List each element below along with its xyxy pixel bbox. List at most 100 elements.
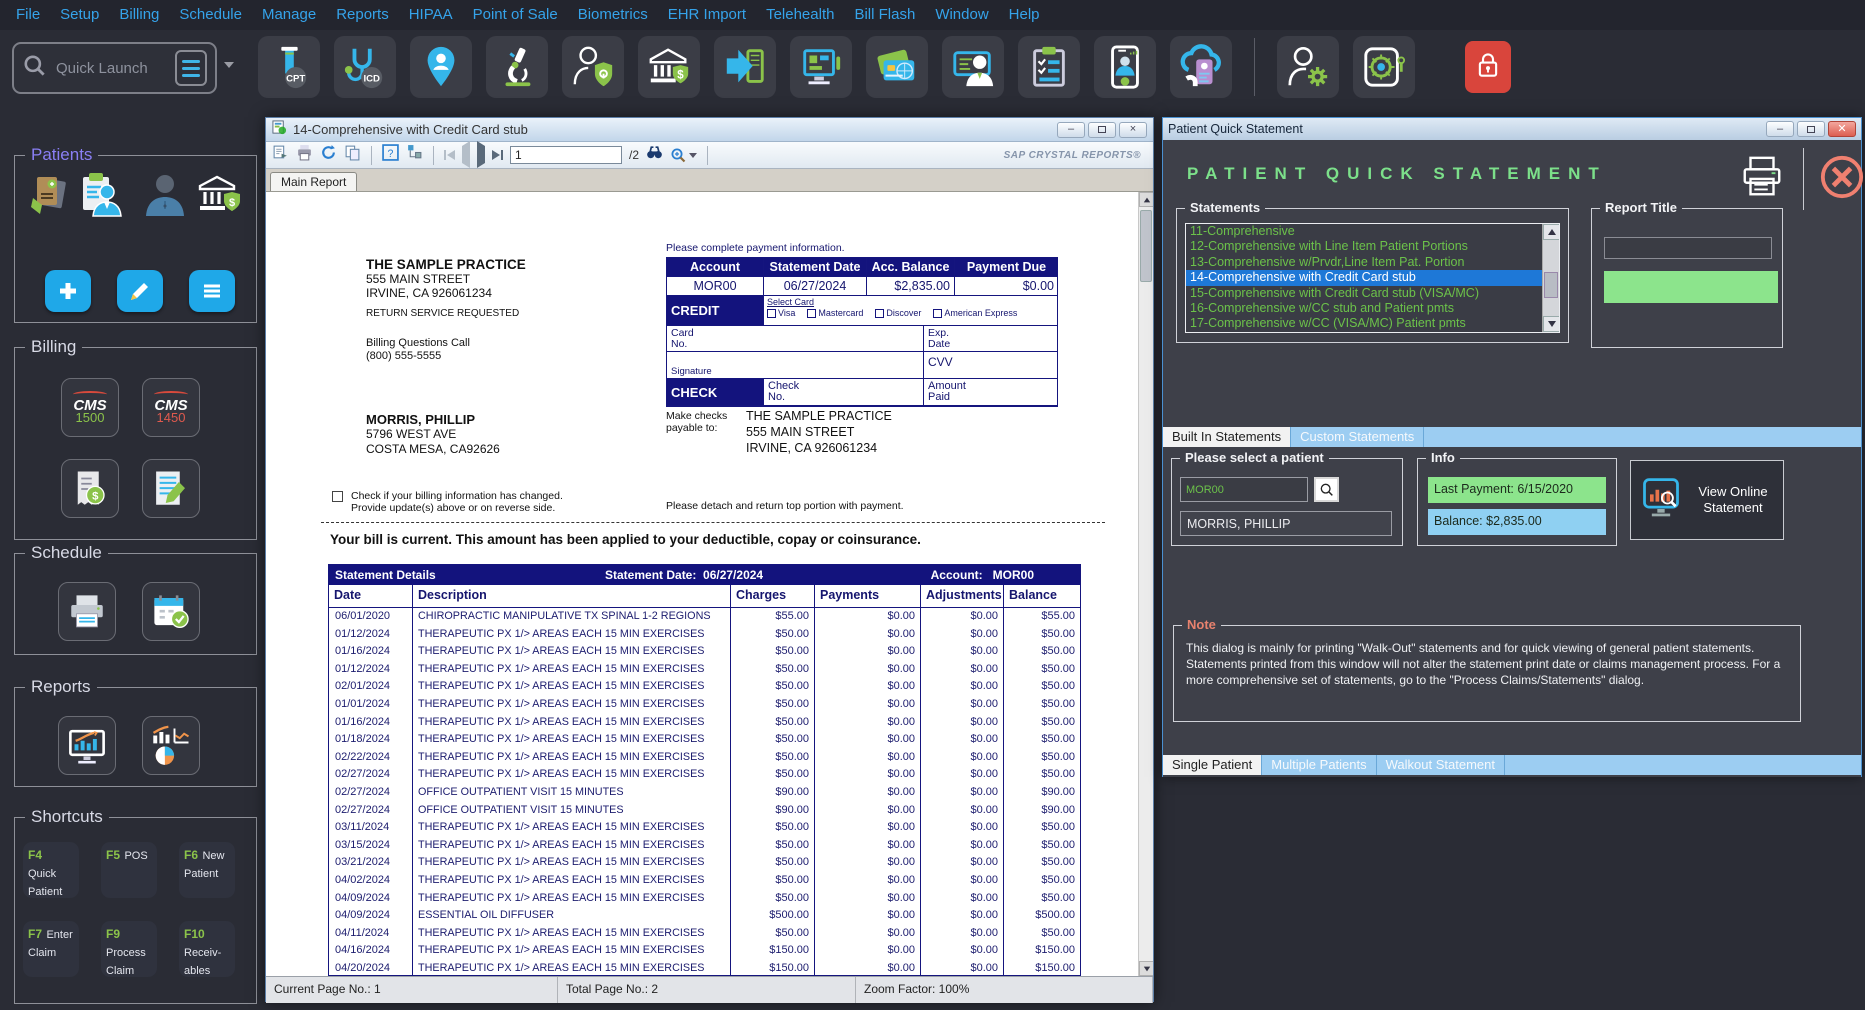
cms-form-button[interactable]: CMS 1450: [142, 378, 200, 437]
toolbar-button[interactable]: $: [638, 36, 700, 98]
patient-icon[interactable]: [76, 168, 124, 222]
menu-item[interactable]: Help: [999, 0, 1050, 30]
menu-item[interactable]: Billing: [109, 0, 169, 30]
dialog-titlebar[interactable]: Patient Quick Statement – ✕: [1163, 118, 1861, 140]
shortcut-button[interactable]: F7 Enter Claim: [23, 921, 79, 977]
toolbar-button[interactable]: [1277, 36, 1339, 98]
close-button[interactable]: ×: [1119, 122, 1147, 138]
report-button[interactable]: [142, 716, 200, 775]
patient-action-button[interactable]: [117, 270, 163, 312]
toolbar-button[interactable]: ICD: [334, 36, 396, 98]
billing-button[interactable]: [142, 459, 200, 518]
dialog-restore-button[interactable]: [1797, 121, 1825, 137]
menu-item[interactable]: Bill Flash: [844, 0, 925, 30]
toolbar-button[interactable]: [1170, 36, 1232, 98]
menu-item[interactable]: File: [6, 0, 50, 30]
main-report-tab[interactable]: Main Report: [270, 172, 357, 191]
menu-burger-icon[interactable]: [175, 50, 207, 86]
shortcut-button[interactable]: F5 POS: [101, 842, 157, 898]
close-dialog-icon[interactable]: [1819, 154, 1865, 200]
next-page-button[interactable]: [477, 146, 485, 164]
shortcut-button[interactable]: F9 Process Claim: [101, 921, 157, 977]
listbox-scrollbar[interactable]: [1542, 224, 1559, 332]
previous-page-button[interactable]: [462, 146, 470, 164]
card-checkbox[interactable]: [767, 309, 776, 318]
statement-list-item[interactable]: 17-Comprehensive w/CC (VISA/MC) Patient …: [1186, 316, 1542, 331]
report-button[interactable]: [58, 716, 116, 775]
billing-button[interactable]: $: [61, 459, 119, 518]
dialog-close-button[interactable]: ✕: [1828, 121, 1856, 137]
first-page-button[interactable]: [444, 150, 455, 160]
page-number-input[interactable]: [510, 146, 622, 164]
print-statement-icon[interactable]: [1739, 154, 1785, 200]
menu-item[interactable]: Telehealth: [756, 0, 844, 30]
patient-icon[interactable]: [141, 168, 189, 222]
menu-item[interactable]: EHR Import: [658, 0, 756, 30]
statement-list-item[interactable]: 15-Comprehensive with Credit Card stub (…: [1186, 286, 1542, 301]
patient-icon[interactable]: [28, 168, 76, 222]
patient-mode-tab[interactable]: Multiple Patients: [1262, 755, 1376, 775]
patient-icon[interactable]: $: [196, 168, 244, 222]
report-title-input[interactable]: [1604, 237, 1772, 259]
statements-listbox[interactable]: 11-Comprehensive12-Comprehensive with Li…: [1185, 223, 1560, 333]
billing-change-checkbox[interactable]: [332, 491, 343, 502]
last-page-button[interactable]: [492, 150, 503, 160]
minimize-button[interactable]: –: [1057, 122, 1085, 138]
statement-list-item[interactable]: 16-Comprehensive w/CC stub and Patient p…: [1186, 301, 1542, 316]
statement-type-tab[interactable]: Custom Statements: [1291, 427, 1424, 447]
menu-item[interactable]: Point of Sale: [463, 0, 568, 30]
list-scroll-up[interactable]: [1543, 224, 1560, 240]
menu-item[interactable]: Setup: [50, 0, 109, 30]
statement-list-item[interactable]: 13-Comprehensive w/Prvdr,Line Item Pat. …: [1186, 255, 1542, 270]
restore-button[interactable]: [1088, 122, 1116, 138]
card-checkbox[interactable]: [807, 309, 816, 318]
lock-button[interactable]: [1465, 41, 1511, 93]
quick-launch-caret[interactable]: [224, 62, 234, 68]
toolbar-button[interactable]: [410, 36, 472, 98]
shortcut-button[interactable]: F6 New Patient: [179, 842, 235, 898]
menu-item[interactable]: Manage: [252, 0, 326, 30]
patient-code-input[interactable]: MOR00: [1180, 477, 1308, 502]
toolbar-button[interactable]: [1353, 36, 1415, 98]
scroll-up-arrow[interactable]: [1139, 192, 1153, 207]
card-checkbox[interactable]: [933, 309, 942, 318]
cms-form-button[interactable]: CMS 1500: [61, 378, 119, 437]
toolbar-button[interactable]: [562, 36, 624, 98]
schedule-button[interactable]: [58, 582, 116, 641]
schedule-button[interactable]: [142, 582, 200, 641]
list-scroll-thumb[interactable]: [1544, 272, 1558, 298]
list-scroll-down[interactable]: [1543, 316, 1560, 332]
report-vertical-scrollbar[interactable]: [1138, 192, 1153, 976]
zoom-button[interactable]: [670, 147, 697, 163]
patient-mode-tab[interactable]: Walkout Statement: [1377, 755, 1505, 775]
shortcut-button[interactable]: F4 Quick Patient: [23, 842, 79, 898]
dialog-minimize-button[interactable]: –: [1766, 121, 1794, 137]
toolbar-button[interactable]: [866, 36, 928, 98]
toolbar-button[interactable]: [790, 36, 852, 98]
statement-list-item[interactable]: 11-Comprehensive: [1186, 224, 1542, 239]
scroll-down-arrow[interactable]: [1139, 961, 1153, 976]
patient-mode-tab[interactable]: Single Patient: [1163, 755, 1262, 775]
patient-action-button[interactable]: [189, 270, 235, 312]
report-window-titlebar[interactable]: 14-Comprehensive with Credit Card stub –…: [266, 118, 1153, 142]
refresh-icon[interactable]: [320, 144, 337, 166]
toolbar-button[interactable]: CPT: [258, 36, 320, 98]
card-checkbox[interactable]: [875, 309, 884, 318]
menu-item[interactable]: Reports: [326, 0, 399, 30]
quick-launch-box[interactable]: Quick Launch: [12, 42, 217, 94]
toolbar-button[interactable]: [942, 36, 1004, 98]
find-binoculars-icon[interactable]: [646, 144, 663, 166]
export-icon[interactable]: [272, 144, 289, 166]
scroll-thumb[interactable]: [1140, 210, 1152, 282]
patient-search-button[interactable]: [1314, 477, 1339, 502]
statement-list-item[interactable]: 14-Comprehensive with Credit Card stub: [1186, 270, 1542, 285]
view-online-statement-button[interactable]: View Online Statement: [1630, 460, 1784, 540]
toolbar-button[interactable]: [1018, 36, 1080, 98]
shortcut-button[interactable]: F10 Receiv-ables: [179, 921, 235, 977]
print-icon[interactable]: [296, 144, 313, 166]
group-tree-icon[interactable]: [406, 144, 423, 166]
statement-list-item[interactable]: 12-Comprehensive with Line Item Patient …: [1186, 239, 1542, 254]
menu-item[interactable]: HIPAA: [399, 0, 463, 30]
parameter-panel-icon[interactable]: ?: [382, 144, 399, 166]
menu-item[interactable]: Schedule: [169, 0, 252, 30]
